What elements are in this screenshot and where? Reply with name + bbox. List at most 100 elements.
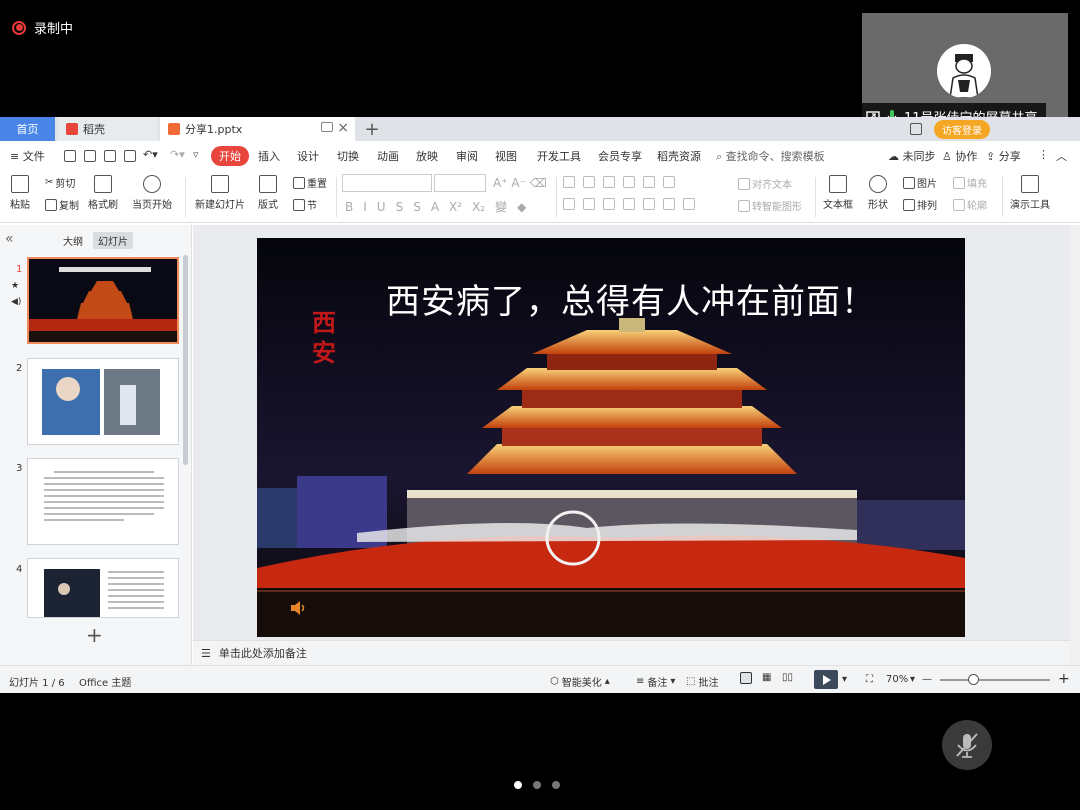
tab-member[interactable]: 会员专享 bbox=[598, 148, 642, 164]
slideshow-menu-icon[interactable]: ▾ bbox=[842, 674, 847, 685]
tab-start[interactable]: 开始 bbox=[211, 146, 249, 166]
justify-icon[interactable] bbox=[623, 198, 635, 210]
tab-home[interactable]: 首页 bbox=[0, 117, 55, 141]
numbered-list-icon[interactable] bbox=[583, 176, 595, 188]
add-slide-button[interactable]: + bbox=[86, 623, 103, 647]
tab-transitions[interactable]: 切换 bbox=[337, 148, 359, 164]
paste-button[interactable]: 粘贴 bbox=[10, 175, 30, 211]
textbox-button[interactable]: 文本框 bbox=[823, 175, 853, 211]
smart-beautify-button[interactable]: ⬡ 智能美化 ▴ bbox=[550, 674, 610, 689]
slideshow-play-button[interactable] bbox=[814, 670, 838, 689]
tab-review[interactable]: 审阅 bbox=[456, 148, 478, 164]
tab-slideshow[interactable]: 放映 bbox=[416, 148, 438, 164]
undo-icon[interactable]: ↶▾ bbox=[143, 148, 158, 161]
tab-developer[interactable]: 开发工具 bbox=[537, 148, 581, 164]
tab-design[interactable]: 设计 bbox=[297, 148, 319, 164]
arrange-button[interactable]: 排列 bbox=[903, 197, 937, 212]
strikethrough-icon[interactable]: S bbox=[396, 200, 404, 214]
shape-button[interactable]: 形状 bbox=[868, 175, 888, 211]
zoom-slider[interactable] bbox=[940, 679, 1050, 681]
zoom-in-button[interactable]: + bbox=[1058, 671, 1070, 687]
underline-icon[interactable]: U bbox=[377, 200, 386, 214]
more-options-icon[interactable]: ⋮ bbox=[1038, 148, 1049, 161]
collapse-ribbon-icon[interactable]: ︿ bbox=[1056, 148, 1067, 164]
zoom-slider-handle[interactable] bbox=[967, 674, 979, 685]
subscript-icon[interactable]: X₂ bbox=[472, 200, 485, 214]
tab-view[interactable]: 视图 bbox=[495, 148, 517, 164]
reset-button[interactable]: 重置 bbox=[293, 175, 327, 190]
cut-button[interactable]: ✂ 剪切 bbox=[45, 175, 75, 190]
smart-graphic-button[interactable]: 转智能图形 bbox=[738, 198, 802, 213]
zoom-level[interactable]: 70% bbox=[886, 674, 908, 685]
copy-button[interactable]: 复制 bbox=[45, 197, 79, 212]
participant-video-tile[interactable]: 11号张佳宁的屏幕共享 bbox=[862, 13, 1068, 129]
bold-icon[interactable]: B bbox=[345, 200, 353, 214]
align-left-icon[interactable] bbox=[563, 198, 575, 210]
font-style-buttons[interactable]: B I U S S A X² X₂ 變 ◆ bbox=[345, 198, 526, 215]
picture-button[interactable]: 图片 bbox=[903, 175, 937, 190]
sync-status[interactable]: ☁ 未同步 bbox=[888, 148, 936, 164]
redo-icon[interactable]: ↷▾ bbox=[170, 148, 185, 161]
font-name-select[interactable] bbox=[342, 174, 432, 192]
italic-icon[interactable]: I bbox=[363, 200, 367, 214]
page-dot[interactable] bbox=[552, 781, 560, 789]
slide-thumbnail-3[interactable] bbox=[27, 458, 179, 545]
mute-button[interactable] bbox=[942, 720, 992, 770]
line-spacing-icon[interactable] bbox=[663, 176, 675, 188]
font-grow-shrink[interactable]: A⁺ A⁻ ⌫ bbox=[493, 176, 547, 190]
normal-view-icon[interactable] bbox=[740, 672, 752, 684]
new-tab-button[interactable]: + bbox=[362, 117, 382, 141]
highlight-icon[interactable]: ◆ bbox=[517, 200, 526, 214]
align-text-button[interactable]: 对齐文本 bbox=[738, 176, 792, 191]
slide-thumbnail-1[interactable] bbox=[27, 257, 179, 344]
share-button[interactable]: ⇪ 分享 bbox=[986, 148, 1021, 164]
save-icon[interactable] bbox=[64, 150, 76, 162]
new-slide-button[interactable]: 新建幻灯片 bbox=[195, 175, 245, 211]
grid-icon[interactable] bbox=[910, 123, 922, 135]
list-buttons[interactable] bbox=[563, 176, 675, 188]
qat-more-icon[interactable]: ▿ bbox=[193, 148, 199, 161]
bullet-list-icon[interactable] bbox=[563, 176, 575, 188]
editor-scrollbar[interactable] bbox=[1070, 225, 1080, 665]
play-from-current-button[interactable]: 当页开始 bbox=[132, 175, 172, 211]
slide-thumbnail-2[interactable] bbox=[27, 358, 179, 445]
indent-icon[interactable] bbox=[623, 176, 635, 188]
phonetic-icon[interactable]: 變 bbox=[495, 198, 507, 215]
distribute-icon[interactable] bbox=[643, 198, 655, 210]
login-button[interactable]: 访客登录 bbox=[934, 119, 990, 139]
font-color-icon[interactable]: A bbox=[431, 200, 439, 214]
outline-button[interactable]: 轮廓 bbox=[953, 197, 987, 212]
window-icon[interactable] bbox=[321, 122, 333, 132]
text-direction-icon[interactable] bbox=[643, 176, 655, 188]
section-button[interactable]: 节 bbox=[293, 197, 317, 212]
font-size-select[interactable] bbox=[434, 174, 486, 192]
export-pdf-icon[interactable] bbox=[84, 150, 96, 162]
tab-animations[interactable]: 动画 bbox=[377, 148, 399, 164]
columns-icon[interactable] bbox=[683, 198, 695, 210]
layout-button[interactable]: 版式 bbox=[258, 175, 278, 211]
slide-title[interactable]: 西安病了，总得有人冲在前面！ bbox=[257, 274, 965, 323]
print-icon[interactable] bbox=[104, 150, 116, 162]
tab-file[interactable]: 分享1.pptx × bbox=[160, 117, 355, 141]
tab-insert[interactable]: 插入 bbox=[258, 148, 280, 164]
tab-slides[interactable]: 幻灯片 bbox=[93, 232, 133, 249]
paragraph-align-buttons[interactable] bbox=[563, 198, 695, 210]
align-center-icon[interactable] bbox=[583, 198, 595, 210]
notes-toggle-button[interactable]: ≡ 备注 ▾ bbox=[636, 674, 675, 689]
zoom-out-button[interactable]: — bbox=[922, 674, 932, 685]
theme-name[interactable]: Office 主题 bbox=[79, 674, 131, 689]
shadow-icon[interactable]: S bbox=[413, 200, 421, 214]
slide-sorter-icon[interactable]: ▦ bbox=[762, 672, 771, 683]
superscript-icon[interactable]: X² bbox=[449, 200, 462, 214]
speaker-icon[interactable] bbox=[289, 600, 307, 616]
page-dot-active[interactable] bbox=[514, 781, 522, 789]
current-slide[interactable]: 西安 西安病了，总得有人冲在前面！ bbox=[257, 238, 965, 637]
thumbnail-scrollbar[interactable] bbox=[183, 255, 188, 465]
align-right-icon[interactable] bbox=[603, 198, 615, 210]
format-painter-button[interactable]: 格式刷 bbox=[88, 175, 118, 211]
collab-button[interactable]: ♙ 协作 bbox=[942, 148, 977, 164]
collapse-pane-icon[interactable]: « bbox=[5, 231, 14, 247]
tab-daoke-resources[interactable]: 稻壳资源 bbox=[657, 148, 701, 164]
comment-button[interactable]: ⬚ 批注 bbox=[686, 674, 718, 689]
spacing-icon[interactable] bbox=[663, 198, 675, 210]
